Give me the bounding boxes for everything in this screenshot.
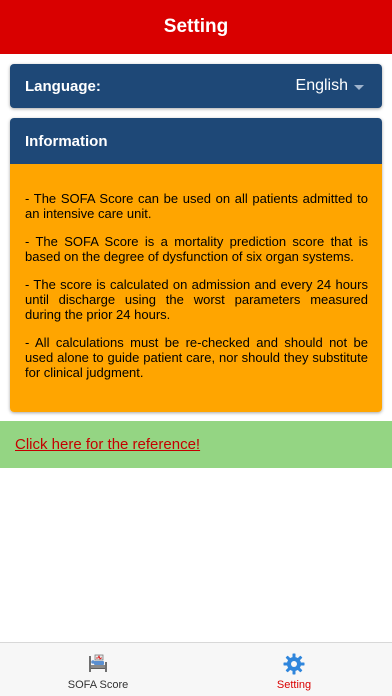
reference-bar: Click here for the reference! [0,421,392,468]
information-body: - The SOFA Score can be used on all pati… [10,164,382,412]
information-header: Information [10,118,382,164]
information-paragraph: - The score is calculated on admission a… [25,277,368,322]
hospital-bed-icon [89,654,107,672]
nav-header: Setting [0,0,392,54]
gear-icon [283,653,305,675]
information-paragraph: - All calculations must be re-checked an… [25,335,368,380]
information-paragraph: - The SOFA Score can be used on all pati… [25,191,368,221]
tab-label: Setting [276,679,312,691]
tab-label: SOFA Score [67,679,129,691]
information-card: Information - The SOFA Score can be used… [10,118,382,412]
language-select[interactable]: English [296,77,364,95]
tab-setting[interactable]: Setting [196,643,392,696]
information-paragraph: - The SOFA Score is a mortality predicti… [25,234,368,264]
tab-bar: SOFA Score Setting [0,642,392,696]
tab-sofa-score[interactable]: SOFA Score [0,643,196,696]
information-title: Information [25,132,108,150]
language-value: English [295,77,348,94]
language-label: Language: [25,77,101,95]
language-row: Language: English [10,64,382,108]
page-title: Setting [163,16,229,37]
chevron-down-icon [354,84,364,90]
reference-link[interactable]: Click here for the reference! [15,436,200,453]
